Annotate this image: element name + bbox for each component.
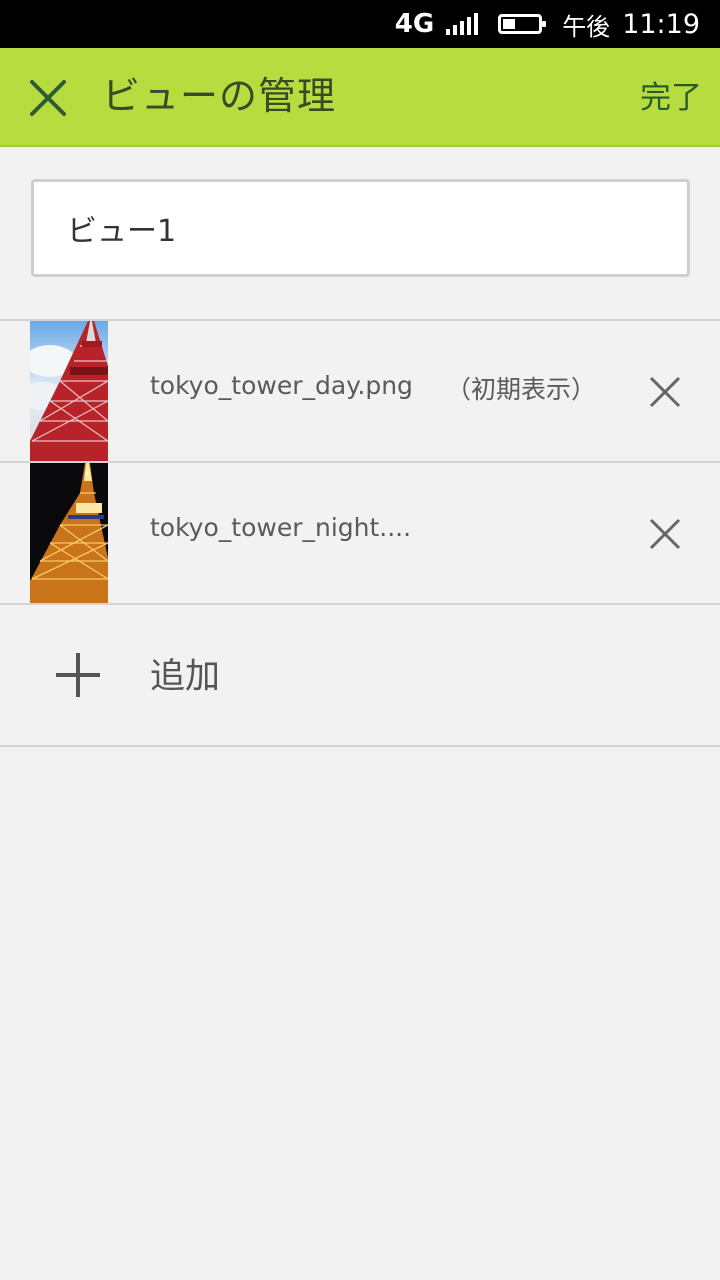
close-icon [649,518,681,550]
manage-views-screen: 4G 午後 11:19 ビューの管理 完了 ビュー1 tokyo_tower_d… [0,0,720,1280]
close-icon [649,376,681,408]
add-label: 追加 [150,657,221,697]
plus-icon [56,653,100,697]
status-indicators: 4G 午後 11:19 [395,0,700,48]
default-view-tag: （初期表示） [446,375,597,404]
tokyo-tower-day-thumbnail [30,321,108,461]
divider [0,745,720,747]
battery-icon [498,14,547,34]
file-name: tokyo_tower_day.png [150,371,413,400]
status-bar: 4G 午後 11:19 [0,0,720,48]
image-list: tokyo_tower_day.png （初期表示） tokyo_tower_n… [0,319,720,747]
tokyo-tower-night-thumbnail [30,463,108,603]
status-time: 11:19 [622,8,700,40]
file-name: tokyo_tower_night.... [150,513,412,542]
page-title: ビューの管理 [102,74,337,118]
done-button[interactable]: 完了 [640,74,702,122]
app-bar: ビューの管理 完了 [0,48,720,147]
remove-image-button[interactable] [644,371,686,413]
network-type: 4G [394,9,435,39]
close-icon [30,80,66,116]
status-ampm: 午後 [562,12,611,41]
close-button[interactable] [22,72,74,124]
add-image-button[interactable]: 追加 [0,605,720,745]
remove-image-button[interactable] [644,513,686,555]
signal-icon [446,13,479,35]
list-item[interactable]: tokyo_tower_day.png （初期表示） [0,321,720,461]
list-item[interactable]: tokyo_tower_night.... [0,463,720,603]
view-name-input[interactable] [31,179,690,277]
